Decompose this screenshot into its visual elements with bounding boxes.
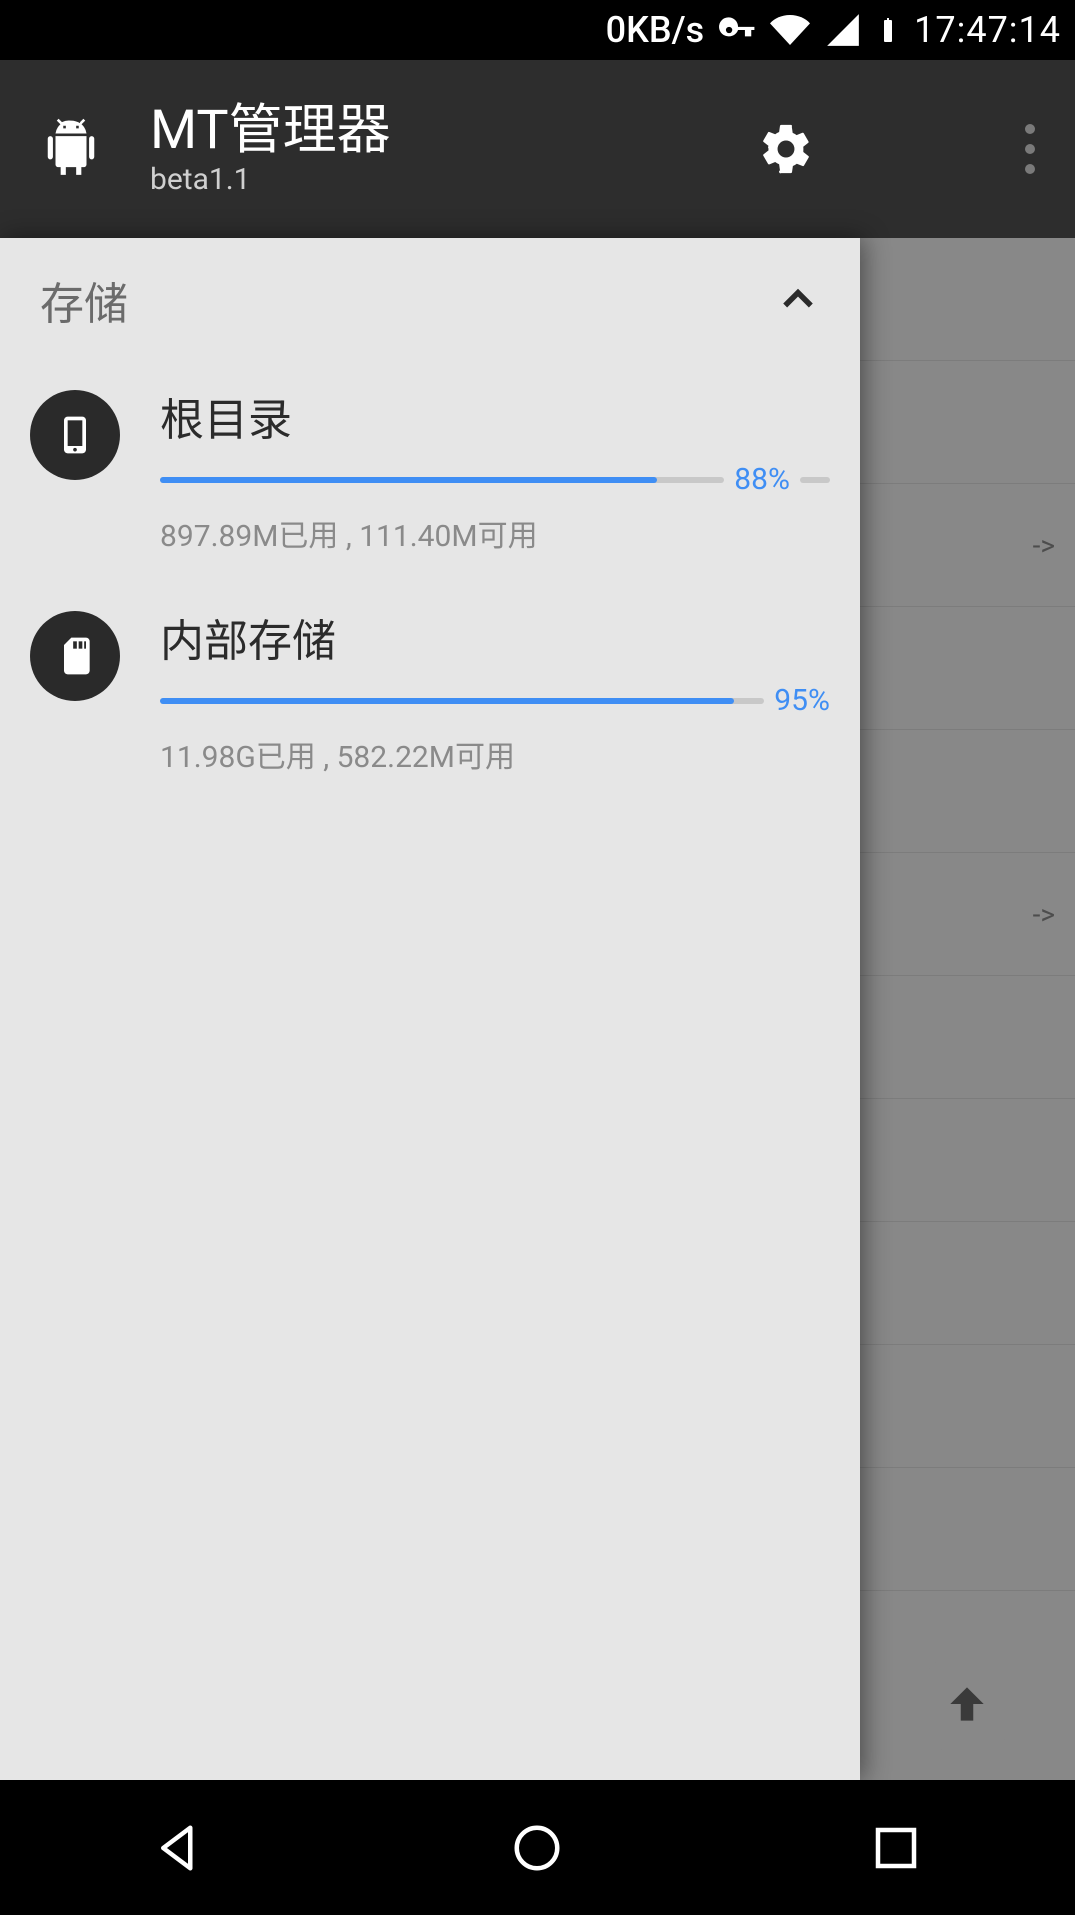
list-item	[860, 976, 1075, 1099]
overflow-menu-button[interactable]	[1025, 124, 1035, 174]
storage-section-header[interactable]: 存储	[0, 238, 860, 362]
progress-bar-tail	[800, 477, 830, 483]
arrow-up-icon	[942, 1679, 992, 1729]
list-item	[860, 1099, 1075, 1222]
recents-button[interactable]	[866, 1818, 926, 1878]
settings-button[interactable]	[757, 120, 815, 178]
chevron-up-icon	[776, 278, 820, 322]
dot-icon	[1025, 164, 1035, 174]
list-item	[860, 361, 1075, 484]
progress-fill	[160, 698, 734, 704]
list-item	[860, 1222, 1075, 1345]
gear-icon	[757, 120, 815, 178]
dot-icon	[1025, 144, 1035, 154]
clock: 17:47:14	[914, 9, 1061, 51]
app-title: MT管理器	[150, 101, 391, 160]
scroll-top-button[interactable]	[915, 1652, 1019, 1756]
storage-label: 根目录	[160, 384, 830, 448]
list-item	[860, 1345, 1075, 1468]
list-item	[860, 238, 1075, 361]
android-icon	[40, 118, 102, 180]
home-icon	[510, 1821, 564, 1875]
percent-label: 88%	[734, 462, 790, 497]
list-item	[860, 607, 1075, 730]
list-item	[860, 1468, 1075, 1591]
wifi-icon	[770, 10, 810, 50]
home-button[interactable]	[507, 1818, 567, 1878]
app-subtitle: beta1.1	[150, 162, 391, 197]
section-label: 存储	[40, 268, 128, 332]
battery-icon	[876, 10, 900, 50]
vpn-key-icon	[718, 11, 756, 49]
background-file-list: -> ->	[860, 238, 1075, 1780]
list-item: ->	[860, 484, 1075, 607]
progress-bar	[160, 477, 724, 483]
storage-item-internal[interactable]: 内部存储 95% 11.98G已用 , 582.22M可用	[0, 583, 860, 804]
percent-label: 95%	[774, 683, 830, 718]
list-item	[860, 730, 1075, 853]
progress-bar	[160, 698, 764, 704]
list-item: ->	[860, 853, 1075, 976]
storage-sub: 897.89M已用 , 111.40M可用	[160, 511, 830, 555]
phone-icon	[30, 390, 120, 480]
back-icon	[152, 1821, 206, 1875]
storage-label: 内部存储	[160, 605, 830, 669]
network-speed: 0KB/s	[606, 9, 705, 51]
storage-sub: 11.98G已用 , 582.22M可用	[160, 732, 830, 776]
storage-item-root[interactable]: 根目录 88% 897.89M已用 , 111.40M可用	[0, 362, 860, 583]
dot-icon	[1025, 124, 1035, 134]
navigation-drawer: 存储 根目录 88%	[0, 238, 860, 1780]
system-nav-bar	[0, 1780, 1075, 1915]
progress-fill	[160, 477, 657, 483]
signal-icon	[824, 11, 862, 49]
sdcard-icon	[30, 611, 120, 701]
recents-icon	[869, 1821, 923, 1875]
app-bar: MT管理器 beta1.1	[0, 60, 1075, 238]
status-bar: 0KB/s 17:47:14	[0, 0, 1075, 60]
back-button[interactable]	[149, 1818, 209, 1878]
